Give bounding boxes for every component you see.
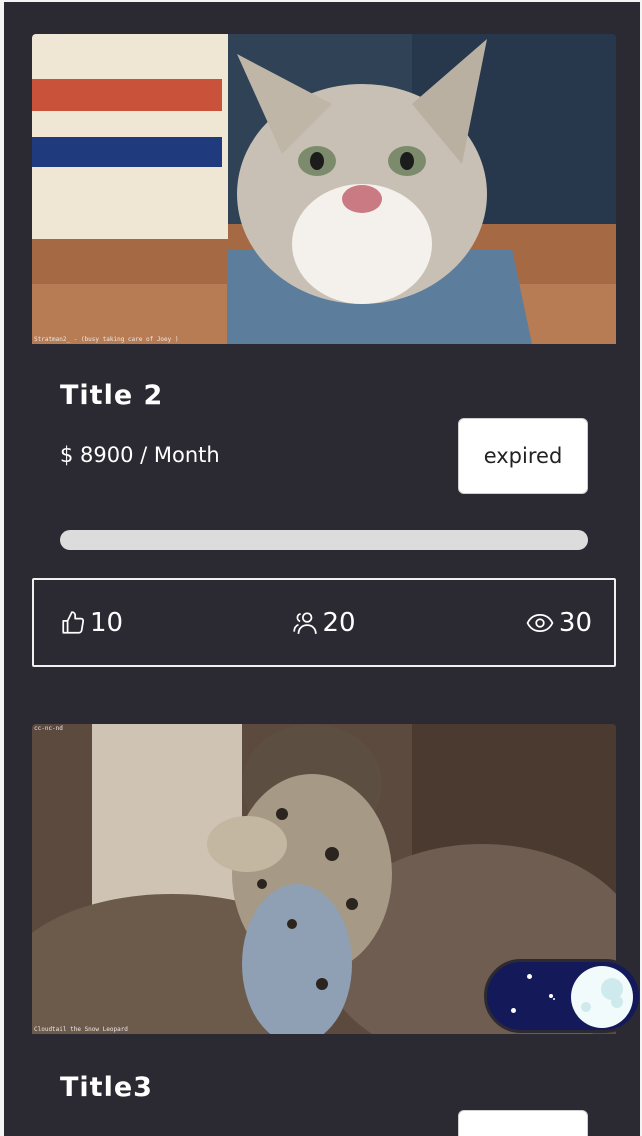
star-icon xyxy=(527,974,532,979)
theme-toggle[interactable] xyxy=(484,959,642,1033)
likes-stat[interactable]: 10 xyxy=(60,608,123,638)
users-count: 20 xyxy=(322,607,356,638)
users-icon xyxy=(293,611,318,634)
price-label: $ 8900 / Month xyxy=(60,443,220,467)
status-button[interactable]: expired xyxy=(458,418,588,494)
listing-card: cc-by-nd Stratman2_ - (busy taking care … xyxy=(32,34,616,667)
likes-count: 10 xyxy=(90,607,124,638)
thumbs-up-icon xyxy=(62,610,85,634)
card-title: Title3 xyxy=(60,1072,153,1103)
photo-credit: Stratman2_ - (busy taking care of Joey ) xyxy=(34,336,179,343)
photo-license: cc-nc-nd xyxy=(34,725,63,732)
views-stat[interactable]: 30 xyxy=(525,608,592,638)
eye-icon xyxy=(526,613,554,632)
star-icon xyxy=(553,998,555,1000)
photo-license: cc-by-nd xyxy=(34,35,63,42)
moon-icon xyxy=(571,966,633,1028)
photo-credit: Cloudtail the Snow Leopard xyxy=(34,1026,128,1033)
star-icon xyxy=(511,1008,516,1013)
cat-photo: cc-by-nd Stratman2_ - (busy taking care … xyxy=(32,34,616,344)
users-stat[interactable]: 20 xyxy=(292,607,356,638)
stats-bar: 10 20 30 xyxy=(32,578,616,667)
card-title: Title 2 xyxy=(60,380,164,411)
progress-bar xyxy=(60,530,588,550)
progress-fill xyxy=(60,530,588,550)
views-count: 30 xyxy=(558,607,592,638)
status-button[interactable] xyxy=(458,1110,588,1136)
kitten-image xyxy=(32,34,616,344)
